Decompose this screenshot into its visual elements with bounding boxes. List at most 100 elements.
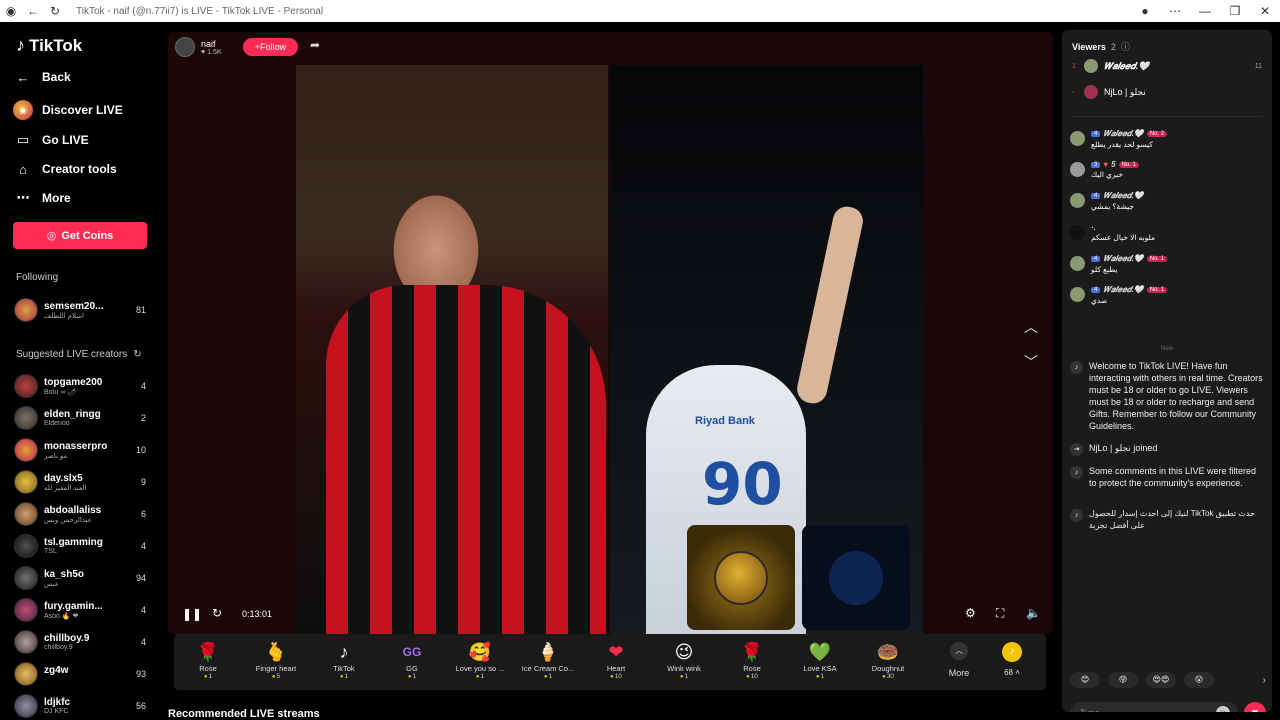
gift-name: Heart bbox=[606, 664, 626, 673]
chat-message[interactable]: 4 𝑾𝒂𝒍𝒆𝒆𝒅.🤍 No. 2 كيسو لحد يقدر يطلع bbox=[1070, 129, 1266, 149]
back-arrow-icon[interactable]: ← bbox=[22, 0, 44, 22]
message-header: 4 𝑾𝒂𝒍𝒆𝒆𝒅.🤍 No. 1 bbox=[1091, 254, 1168, 264]
pause-icon[interactable]: ❚❚ bbox=[182, 607, 202, 621]
chevron-up-icon: ︿ bbox=[950, 642, 968, 660]
guest-tile-2[interactable] bbox=[802, 525, 910, 630]
nav-creator-tools[interactable]: ⌂ Creator tools bbox=[13, 159, 117, 179]
gift-wink-wink[interactable]: 😉 Wink wink 1 bbox=[650, 640, 718, 680]
system-message: ♪ Some comments in this LIVE were filter… bbox=[1070, 465, 1264, 489]
creator-name: ka_sh5o bbox=[44, 568, 85, 580]
suggested-item[interactable]: monasserpro مو ناصر 10 bbox=[14, 435, 146, 465]
suggested-item[interactable]: chillboy.9 chillboy.9 4 bbox=[14, 627, 146, 657]
chevron-right-icon[interactable]: › bbox=[1263, 675, 1266, 686]
gift-finger-heart[interactable]: 🫰 Finger heart 5 bbox=[242, 640, 310, 680]
gift-gg[interactable]: GG GG 1 bbox=[378, 640, 446, 680]
guest-tile-1[interactable] bbox=[687, 525, 795, 630]
settings-gear-icon[interactable]: ⚙ bbox=[965, 606, 976, 620]
gift-price: 1 bbox=[514, 673, 582, 680]
emoji-quick-3[interactable]: 😍😍 bbox=[1146, 672, 1176, 688]
avatar bbox=[1070, 287, 1085, 302]
browser-titlebar: ◉ ← ↻ TikTok - naif (@n.77ii7) is LIVE -… bbox=[0, 0, 1280, 22]
host-info[interactable]: naif ♥ 1.5K bbox=[175, 37, 222, 57]
get-coins-button[interactable]: ◎ Get Coins bbox=[13, 222, 147, 249]
nav-go-live[interactable]: ▭ Go LIVE bbox=[13, 130, 89, 150]
chat-message[interactable]: 4 𝑾𝒂𝒍𝒆𝒆𝒅.🤍 جيشة؟ يمشي bbox=[1070, 191, 1266, 211]
chat-message[interactable]: ·. ملوبه الا خيال عسكم bbox=[1070, 223, 1266, 242]
chat-message[interactable]: 4 𝑾𝒂𝒍𝒆𝒆𝒅.🤍 No. 1 صدي bbox=[1070, 285, 1266, 305]
nav-discover-live[interactable]: ◉ Discover LIVE bbox=[13, 100, 123, 120]
suggested-item[interactable]: ldjkfc DJ KFC 56 bbox=[14, 691, 146, 720]
viewer-count: 56 bbox=[135, 701, 146, 711]
fullscreen-icon[interactable]: ⛶ bbox=[996, 606, 1004, 621]
message-body: ·. ملوبه الا خيال عسكم bbox=[1091, 223, 1155, 242]
gift-heart[interactable]: ❤ Heart 10 bbox=[582, 640, 650, 680]
coin-balance: 68 bbox=[1004, 668, 1013, 677]
avatar bbox=[14, 502, 38, 526]
tiktok-logo[interactable]: ♪ TikTok bbox=[16, 35, 82, 56]
info-icon[interactable]: ⓘ bbox=[1121, 40, 1130, 53]
gift-icon: 🌹 bbox=[740, 642, 764, 662]
more-gifts-button[interactable]: ︿ More bbox=[939, 642, 979, 678]
menu-ellipsis-icon[interactable]: ⋯ bbox=[1160, 0, 1190, 22]
suggested-item[interactable]: abdoallaliss عبدالرحمن وبس 6 bbox=[14, 499, 146, 529]
creator-name: semsem20... bbox=[44, 300, 104, 312]
profile-icon[interactable]: ● bbox=[1130, 0, 1160, 22]
reload-icon[interactable]: ↻ bbox=[44, 0, 66, 22]
suggested-item[interactable]: ka_sh5o عبس 94 bbox=[14, 563, 146, 593]
volume-icon[interactable]: 🔈 bbox=[1026, 606, 1041, 620]
back-button[interactable]: ← Back bbox=[13, 67, 71, 87]
following-item[interactable]: semsem20... اسلام اللطلف 81 bbox=[14, 295, 146, 325]
chevron-up-icon[interactable]: ︿ bbox=[1024, 317, 1038, 337]
like-heart-icon[interactable]: ♥ bbox=[1244, 702, 1266, 712]
emoji-quick-2[interactable]: 😝 bbox=[1108, 672, 1138, 688]
minimize-icon[interactable]: — bbox=[1190, 0, 1220, 22]
chat-input[interactable] bbox=[1070, 702, 1238, 712]
window-title: TikTok - naif (@n.77ii7) is LIVE - TikTo… bbox=[76, 5, 324, 17]
chevron-down-icon[interactable]: ﹀ bbox=[1024, 352, 1038, 372]
creator-sub: · bbox=[44, 676, 47, 683]
creator-sub: TSL bbox=[44, 548, 57, 555]
gift-ice-cream[interactable]: 🍦 Ice Cream Co... 1 bbox=[514, 640, 582, 680]
close-icon[interactable]: ✕ bbox=[1250, 0, 1280, 22]
back-label: Back bbox=[42, 70, 71, 84]
replay-icon[interactable]: ↻ bbox=[212, 606, 222, 620]
suggested-item[interactable]: tsl.gamming TSL 4 bbox=[14, 531, 146, 561]
viewer-row[interactable]: - NjLo | نجلو bbox=[1072, 85, 1262, 99]
gift-rose[interactable]: 🌹 Rose 1 bbox=[174, 640, 242, 680]
gift-price: 5 bbox=[242, 673, 310, 680]
viewers-header[interactable]: Viewers 2 ⓘ bbox=[1072, 40, 1130, 53]
gift-love-you-so[interactable]: 🥰 Love you so ... 1 bbox=[446, 640, 514, 680]
suggested-item[interactable]: topgame200 Botu ∞ 🌶 4 bbox=[14, 371, 146, 401]
host-avatar[interactable] bbox=[175, 37, 195, 57]
suggested-item[interactable]: fury.gamin... Asoo 🔥 ❤ 4 bbox=[14, 595, 146, 625]
gift-name: Finger heart bbox=[255, 664, 297, 673]
share-icon[interactable]: ➦ bbox=[310, 38, 320, 52]
more-gifts-label: More bbox=[948, 668, 970, 678]
gift-doughnut[interactable]: 🍩 Doughnut 30 bbox=[854, 640, 922, 680]
join-icon: ⇥ bbox=[1070, 443, 1083, 456]
suggested-item[interactable]: elden_ringg Eldenoo 2 bbox=[14, 403, 146, 433]
creator-meta: chillboy.9 chillboy.9 bbox=[44, 633, 130, 651]
emoji-quick-1[interactable]: 😊 bbox=[1070, 672, 1100, 688]
creator-sub: Eldenoo bbox=[44, 420, 70, 427]
suggested-item[interactable]: day.slx5 العبد الفقير لله 9 bbox=[14, 467, 146, 497]
restore-icon[interactable]: ❐ bbox=[1220, 0, 1250, 22]
coin-balance-button[interactable]: ♪ 68 ˄ bbox=[988, 642, 1036, 677]
follow-button[interactable]: +Follow bbox=[243, 38, 298, 56]
viewer-row[interactable]: 1 𝑾𝒂𝒍𝒆𝒆𝒅.🤍 11 bbox=[1072, 59, 1262, 73]
live-player[interactable]: naif ♥ 1.5K +Follow ➦ Riyad Bank 90 ❚❚ ↻… bbox=[168, 32, 1053, 634]
creator-name: abdoallaliss bbox=[44, 504, 102, 516]
viewer-count: 4 bbox=[140, 605, 146, 615]
gift-love-ksa[interactable]: 💚 Love KSA 1 bbox=[786, 640, 854, 680]
emoji-quick-4[interactable]: 😮 bbox=[1184, 672, 1214, 688]
refresh-icon[interactable]: ↻ bbox=[133, 349, 141, 360]
gift-price: 1 bbox=[378, 673, 446, 680]
nav-more[interactable]: ⋯ More bbox=[13, 188, 71, 208]
suggested-title: Suggested LIVE creators ↻ bbox=[16, 349, 142, 360]
chat-message[interactable]: 4 𝑾𝒂𝒍𝒆𝒆𝒅.🤍 No. 1 يطبع كلو bbox=[1070, 254, 1266, 274]
suggested-item[interactable]: zg4w · 93 bbox=[14, 659, 146, 689]
gift-tiktok[interactable]: ♪ TikTok 1 bbox=[310, 640, 378, 680]
chat-message[interactable]: 3 ♥ 5 No. 1 خبري اليك bbox=[1070, 160, 1266, 179]
viewer-rank: - bbox=[1072, 88, 1075, 96]
gift-rose-10[interactable]: 🌹 Rose 10 bbox=[718, 640, 786, 680]
